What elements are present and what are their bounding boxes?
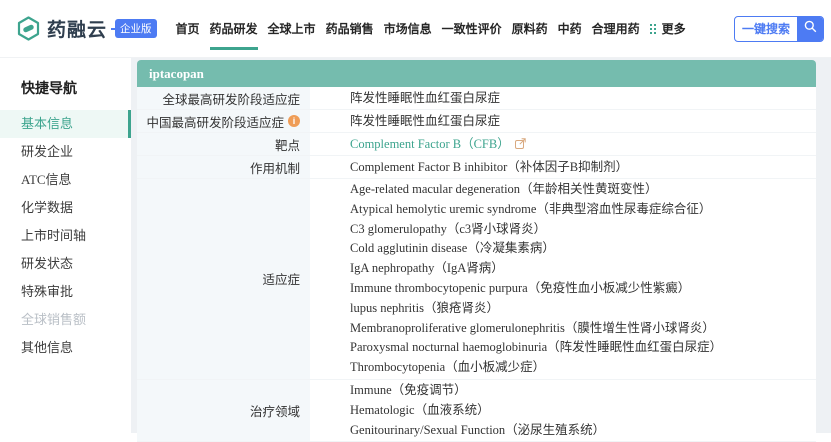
main-nav: 首页药品研发全球上市药品销售市场信息一致性评价原料药中药合理用药 更多: [171, 0, 691, 57]
sidebar-item-7: 全球销售额: [0, 306, 131, 334]
sidebar-list: 基本信息研发企业ATC信息化学数据上市时间轴研发状态特殊审批全球销售额其他信息: [0, 110, 131, 362]
table-row: 全球最高研发阶段适应症阵发性睡眠性血红蛋白尿症: [137, 87, 816, 110]
sidebar-item-3[interactable]: 化学数据: [0, 194, 131, 222]
table-row: 作用机制 Complement Factor B inhibitor（补体因子B抑…: [137, 156, 816, 179]
row-value: 阵发性睡眠性血红蛋白尿症: [310, 110, 816, 132]
value-line: Immune thrombocytopenic purpura（免疫性血小板减少…: [350, 279, 816, 299]
value-line: Atypical hemolytic uremic syndrome（非典型溶血…: [350, 200, 816, 220]
value-line: Paroxysmal nocturnal haemoglobinuria（阵发性…: [350, 338, 816, 358]
info-icon[interactable]: i: [288, 115, 300, 127]
value-line: Genitourinary/Sexual Function（泌尿生殖系统）: [350, 421, 816, 441]
nav-item-3[interactable]: 药品销售: [321, 0, 379, 57]
value-line: Immune（免疫调节）: [350, 381, 816, 401]
row-label: 适应症: [137, 179, 310, 379]
nav-item-label: 药品销售: [326, 20, 374, 37]
page-body: 快捷导航 基本信息研发企业ATC信息化学数据上市时间轴研发状态特殊审批全球销售额…: [0, 57, 831, 433]
sidebar: 快捷导航 基本信息研发企业ATC信息化学数据上市时间轴研发状态特殊审批全球销售额…: [0, 58, 131, 433]
nav-item-label: 更多: [662, 20, 686, 37]
main-panel: iptacopan 全球最高研发阶段适应症阵发性睡眠性血红蛋白尿症中国最高研发阶…: [137, 60, 816, 442]
nav-item-4[interactable]: 市场信息: [379, 0, 437, 57]
row-value: Age-related macular degeneration（年龄相关性黄斑…: [310, 179, 816, 379]
target-link[interactable]: Complement Factor B（CFB）: [350, 137, 510, 151]
search-box[interactable]: 一键搜索: [734, 16, 824, 42]
row-value: Complement Factor B inhibitor（补体因子B抑制剂）: [310, 156, 816, 178]
row-label-text: 适应症: [262, 269, 300, 288]
nav-item-1[interactable]: 药品研发: [205, 0, 263, 57]
row-label-text: 作用机制: [250, 158, 300, 177]
row-label-text: 中国最高研发阶段适应症: [146, 112, 284, 131]
row-label: 全球最高研发阶段适应症: [137, 87, 310, 109]
sidebar-item-5[interactable]: 研发状态: [0, 250, 131, 278]
search-icon: [804, 20, 817, 38]
nav-item-9[interactable]: 更多: [645, 0, 691, 57]
info-table: 全球最高研发阶段适应症阵发性睡眠性血红蛋白尿症中国最高研发阶段适应症i阵发性睡眠…: [137, 87, 816, 442]
value-line: Hematologic（血液系统）: [350, 401, 816, 421]
edition-badge: 企业版: [115, 19, 157, 38]
value-line: Membranoproliferative glomerulonephritis…: [350, 319, 816, 339]
nav-item-label: 合理用药: [592, 20, 640, 37]
sidebar-title: 快捷导航: [0, 70, 131, 110]
row-label: 作用机制: [137, 156, 310, 178]
nav-item-8[interactable]: 合理用药: [587, 0, 645, 57]
nav-item-7[interactable]: 中药: [553, 0, 587, 57]
nav-item-label: 原料药: [512, 20, 548, 37]
logo-icon: [15, 15, 42, 42]
search-button[interactable]: [797, 17, 823, 41]
top-header: 药融云 企业版 首页药品研发全球上市药品销售市场信息一致性评价原料药中药合理用药…: [0, 0, 831, 57]
more-grid-icon: [650, 23, 658, 34]
row-label-text: 治疗领域: [250, 401, 300, 420]
nav-item-label: 中药: [558, 20, 582, 37]
row-value: Complement Factor B（CFB）: [310, 133, 816, 155]
nav-item-label: 药品研发: [210, 20, 258, 37]
drug-title-bar: iptacopan: [137, 60, 816, 87]
value-line: C3 glomerulopathy（c3肾小球肾炎）: [350, 220, 816, 240]
sidebar-item-2[interactable]: ATC信息: [0, 166, 131, 194]
nav-item-6[interactable]: 原料药: [507, 0, 553, 57]
row-label: 靶点: [137, 133, 310, 155]
nav-item-label: 首页: [176, 20, 200, 37]
row-value: 阵发性睡眠性血红蛋白尿症: [310, 87, 816, 109]
value-line: Thrombocytopenia（血小板减少症）: [350, 358, 816, 378]
sidebar-item-4[interactable]: 上市时间轴: [0, 222, 131, 250]
row-label-text: 全球最高研发阶段适应症: [162, 89, 300, 108]
search-label[interactable]: 一键搜索: [735, 17, 797, 41]
nav-item-2[interactable]: 全球上市: [263, 0, 321, 57]
nav-item-0[interactable]: 首页: [171, 0, 205, 57]
value-line: Age-related macular degeneration（年龄相关性黄斑…: [350, 180, 816, 200]
sidebar-item-0[interactable]: 基本信息: [0, 110, 131, 138]
nav-item-label: 全球上市: [268, 20, 316, 37]
nav-item-label: 市场信息: [384, 20, 432, 37]
sidebar-item-8[interactable]: 其他信息: [0, 334, 131, 362]
logo-text: 药融云: [47, 15, 107, 42]
row-label: 中国最高研发阶段适应症 i: [137, 110, 310, 132]
table-row: 中国最高研发阶段适应症 i 阵发性睡眠性血红蛋白尿症: [137, 110, 816, 133]
value-line: IgA nephropathy（IgA肾病）: [350, 259, 816, 279]
table-row: 适应症 Age-related macular degeneration（年龄相关…: [137, 179, 816, 380]
nav-item-label: 一致性评价: [442, 20, 502, 37]
row-label: 治疗领域: [137, 380, 310, 441]
external-link-icon[interactable]: [515, 134, 526, 156]
sidebar-item-1[interactable]: 研发企业: [0, 138, 131, 166]
nav-item-5[interactable]: 一致性评价: [437, 0, 507, 57]
sidebar-item-6[interactable]: 特殊审批: [0, 278, 131, 306]
value-line: lupus nephritis（狼疮肾炎）: [350, 299, 816, 319]
row-label-text: 靶点: [275, 135, 300, 154]
logo: 药融云 企业版: [15, 15, 157, 42]
value-line: Cold agglutinin disease（冷凝集素病）: [350, 239, 816, 259]
table-row: 靶点 Complement Factor B（CFB）: [137, 133, 816, 156]
row-value: Immune（免疫调节）Hematologic（血液系统）Genitourina…: [310, 380, 816, 441]
